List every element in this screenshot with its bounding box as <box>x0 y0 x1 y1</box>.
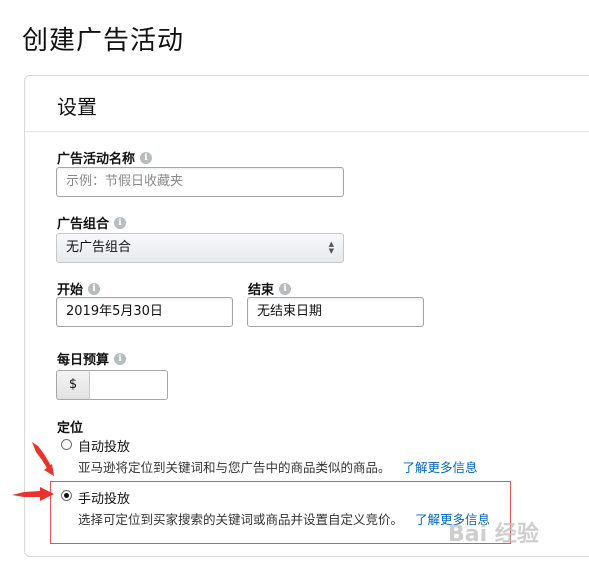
daily-budget-label: 每日预算 i <box>57 349 127 368</box>
info-icon[interactable]: i <box>279 282 292 295</box>
targeting-label: 定位 <box>57 417 83 436</box>
campaign-name-label: 广告活动名称 i <box>57 148 153 167</box>
auto-targeting-radio[interactable] <box>61 439 72 450</box>
auto-targeting-learn-more-link[interactable]: 了解更多信息 <box>403 460 478 475</box>
portfolio-label: 广告组合 i <box>57 213 127 232</box>
start-date-input[interactable]: 2019年5月30日 <box>56 297 233 327</box>
watermark: Bai 经验 <box>448 522 539 547</box>
info-icon[interactable]: i <box>88 282 101 295</box>
auto-targeting-description: 亚马逊将定位到关键词和与您广告中的商品类似的商品。 了解更多信息 <box>78 457 478 476</box>
end-label: 结束 i <box>248 279 292 298</box>
auto-targeting-description-text: 亚马逊将定位到关键词和与您广告中的商品类似的商品。 <box>78 460 391 475</box>
campaign-name-label-text: 广告活动名称 <box>57 152 136 167</box>
red-arrow-icon <box>32 442 54 476</box>
end-label-text: 结束 <box>248 283 275 298</box>
end-date-input[interactable]: 无结束日期 <box>247 297 424 327</box>
auto-targeting-title[interactable]: 自动投放 <box>78 436 130 455</box>
info-icon[interactable]: i <box>140 151 153 164</box>
campaign-name-input[interactable]: 示例：节假日收藏夹 <box>56 167 344 197</box>
daily-budget-input[interactable] <box>90 370 168 400</box>
portfolio-selected-value: 无广告组合 <box>66 240 132 255</box>
highlight-box <box>50 481 511 544</box>
targeting-label-text: 定位 <box>57 421 84 436</box>
start-label-text: 开始 <box>57 283 84 298</box>
info-icon[interactable]: i <box>114 216 127 229</box>
red-arrow-icon <box>12 487 54 501</box>
portfolio-label-text: 广告组合 <box>57 217 110 232</box>
sort-arrows-icon: ▲ ▼ <box>328 240 334 255</box>
daily-budget-label-text: 每日预算 <box>57 353 110 368</box>
portfolio-select[interactable]: 无广告组合 ▲ ▼ <box>56 233 344 263</box>
settings-panel-header: 设置 <box>25 76 589 132</box>
page-title: 创建广告活动 <box>22 26 185 56</box>
settings-title: 设置 <box>57 95 97 119</box>
start-label: 开始 i <box>57 279 101 298</box>
info-icon[interactable]: i <box>114 352 127 365</box>
currency-prefix: $ <box>56 370 90 400</box>
